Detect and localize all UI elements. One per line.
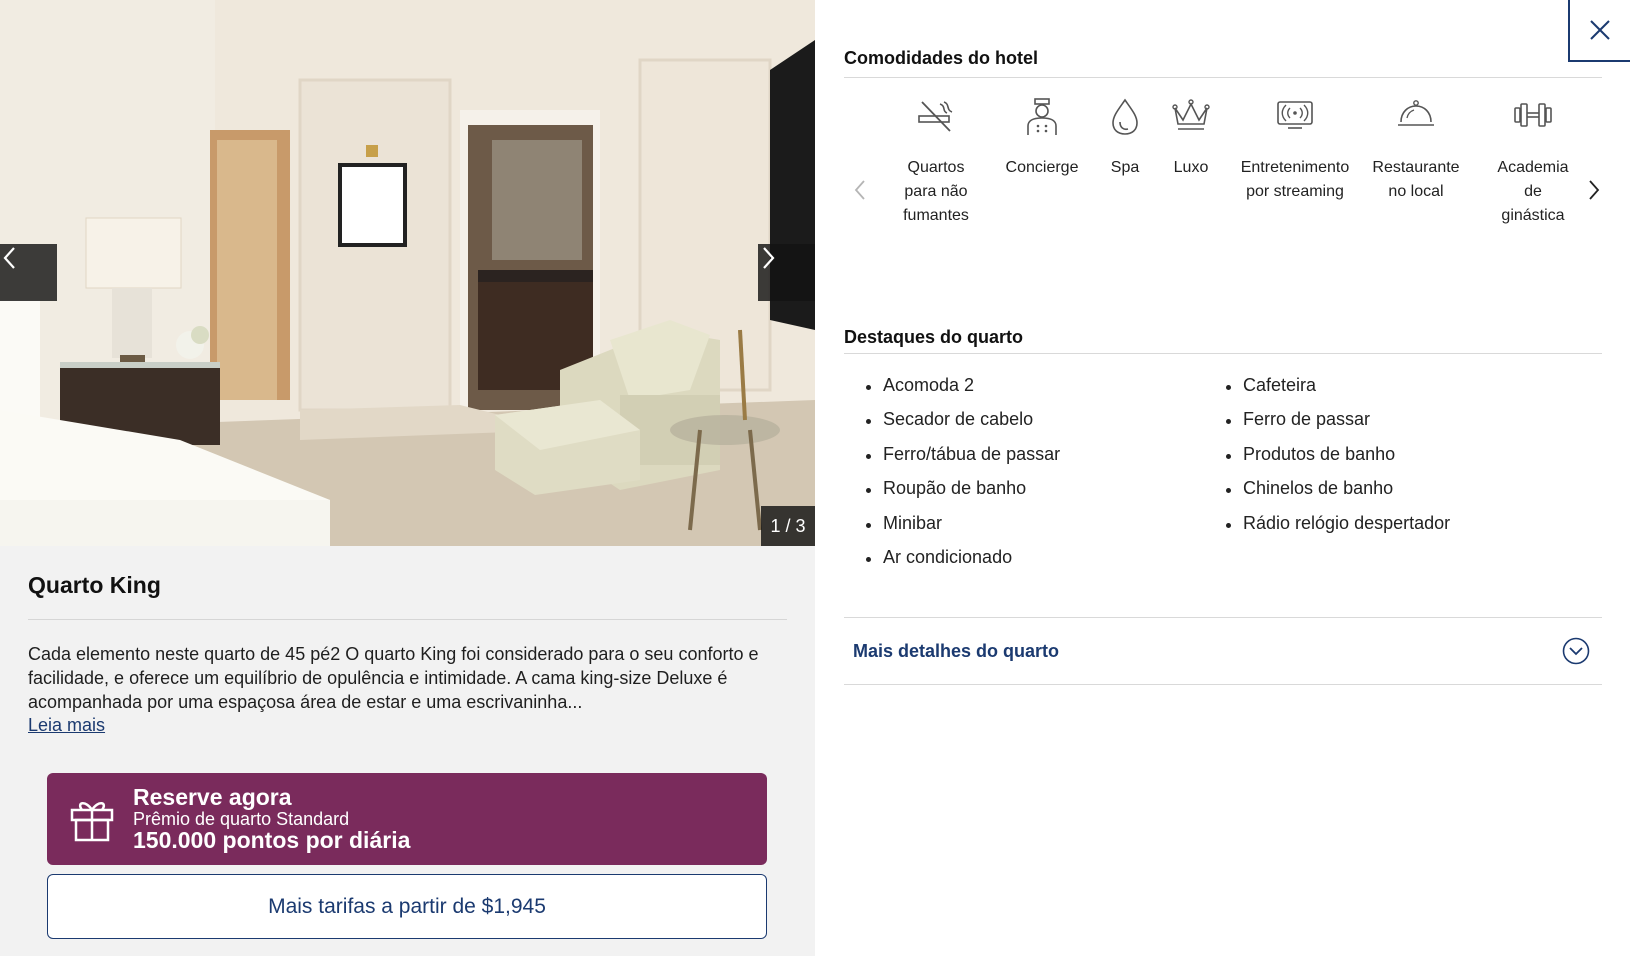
amenity-non-smoking: Quartos para não fumantes [877,98,995,228]
highlights-heading: Destaques do quarto [844,327,1024,347]
amenity-streaming: Entretenimento por streaming [1220,98,1370,204]
amenity-concierge: Concierge [991,98,1093,180]
amenity-spa: Spa [1100,98,1150,180]
room-photo: 1 / 3 [0,0,815,546]
spa-drop-icon [1100,98,1150,156]
list-item: Secador de cabelo [866,409,1060,443]
list-item: Ferro/tábua de passar [866,444,1060,478]
amenities-prev-button[interactable] [853,178,867,207]
chevron-right-icon [1589,180,1600,200]
amenity-label: Concierge [1005,159,1079,176]
amenities-divider [844,77,1602,78]
list-item: Rádio relógio despertador [1226,513,1450,547]
amenity-restaurant: Restaurante no local [1359,98,1473,204]
reserve-title: Reserve agora [133,784,292,810]
amenity-label: Entretenimento por streaming [1240,159,1350,200]
chevron-left-icon [854,180,865,200]
more-details-label: Mais detalhes do quarto [853,640,1060,661]
list-item: Produtos de banho [1226,444,1450,478]
close-icon [1590,20,1610,40]
no-smoking-icon [877,98,995,156]
room-description: Cada elemento neste quarto de 45 pé2 O q… [28,644,759,712]
dumbbell-icon [1491,98,1575,156]
room-info: Quarto King Cada elemento neste quarto d… [0,546,815,736]
list-item: Acomoda 2 [866,375,1060,409]
room-title-divider [28,619,787,620]
list-item: Ar condicionado [866,547,1060,581]
list-item: Cafeteira [1226,375,1450,409]
list-item: Roupão de banho [866,478,1060,512]
reserve-points: 150.000 pontos por diária [133,827,411,853]
highlights-list-right: Cafeteira Ferro de passar Produtos de ba… [1226,375,1450,547]
gift-icon [47,796,133,842]
amenity-label: Academia de ginástica [1497,159,1569,224]
room-summary-panel: 1 / 3 Quarto King Cada elemento neste qu… [0,0,815,956]
reserve-subtitle: Prêmio de quarto Standard [133,809,350,829]
more-room-details-toggle[interactable]: Mais detalhes do quarto [844,617,1602,685]
amenity-label: Spa [1110,159,1140,176]
amenity-label: Restaurante no local [1372,159,1460,200]
gallery-next-button[interactable] [758,244,815,301]
more-rates-button[interactable]: Mais tarifas a partir de $1,945 [47,874,767,939]
room-details-modal: 1 / 3 Quarto King Cada elemento neste qu… [0,0,1630,956]
amenity-label: Quartos para não fumantes [903,159,969,224]
streaming-icon [1220,98,1370,156]
amenities-next-button[interactable] [1587,178,1601,207]
amenity-luxury: Luxo [1162,98,1220,180]
amenity-gym: Academia de ginástica [1491,98,1575,228]
highlights-divider [844,353,1602,354]
list-item: Ferro de passar [1226,409,1450,443]
chevron-right-icon [763,247,775,269]
room-title: Quarto King [28,572,161,598]
chevron-down-icon [1562,637,1590,665]
chevron-left-icon [3,247,15,269]
list-item: Minibar [866,513,1060,547]
reserve-now-button[interactable]: Reserve agora Prêmio de quarto Standard … [47,773,767,865]
highlights-list-left: Acomoda 2 Secador de cabelo Ferro/tábua … [866,375,1060,581]
restaurant-icon [1359,98,1473,156]
close-button[interactable] [1568,0,1630,62]
room-details-panel: Comodidades do hotel Quartos para não fu… [815,0,1630,956]
room-photo-illustration [0,0,815,546]
amenity-label: Luxo [1173,159,1209,176]
read-more-link[interactable]: Leia mais [28,715,105,736]
amenities-heading: Comodidades do hotel [844,48,1039,68]
gallery-prev-button[interactable] [0,244,57,301]
crown-icon [1162,98,1220,156]
gallery-counter: 1 / 3 [761,506,815,546]
list-item: Chinelos de banho [1226,478,1450,512]
concierge-icon [991,98,1093,156]
